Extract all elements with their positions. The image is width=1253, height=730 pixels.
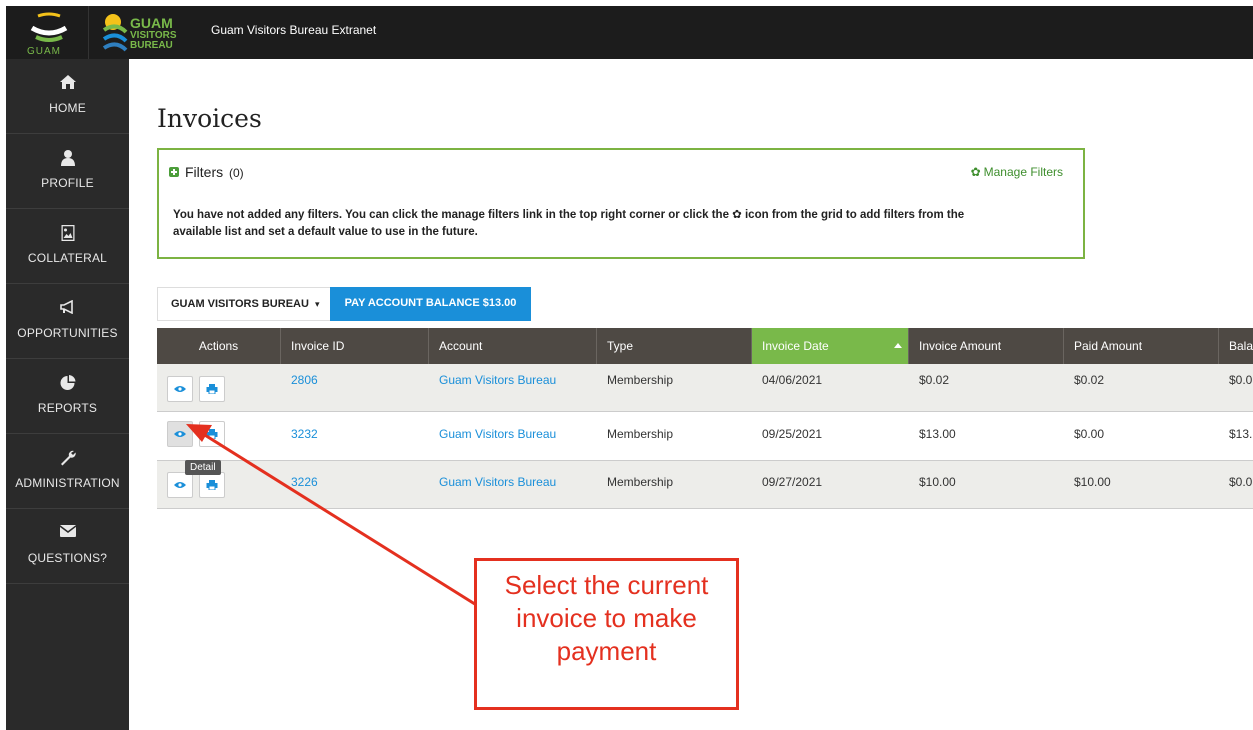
sidebar-item-label: PROFILE [41,176,94,190]
user-icon [60,150,75,166]
pay-account-balance-button[interactable]: PAY ACCOUNT BALANCE $13.00 [330,287,531,321]
paid-amount-cell: $0.00 [1074,427,1105,441]
table-row: 3226 Guam Visitors Bureau Membership 09/… [157,461,1253,509]
sidebar-item-label: ADMINISTRATION [15,476,120,490]
svg-text:GUAM: GUAM [130,15,173,31]
sidebar-item-home[interactable]: HOME [6,59,129,134]
filters-panel: Filters (0) ✿ Manage Filters You have not… [157,148,1085,259]
filters-count: (0) [229,166,244,180]
svg-text:GUAM: GUAM [27,46,61,56]
guam-logo[interactable]: GUAM [24,12,74,56]
account-link[interactable]: Guam Visitors Bureau [439,475,556,489]
account-cell[interactable]: Guam Visitors Bureau [429,356,556,404]
print-icon [206,480,218,490]
view-detail-button[interactable] [167,376,193,402]
invoice-id-cell[interactable]: 3226 [281,458,318,506]
app-title: Guam Visitors Bureau Extranet [211,23,377,37]
invoice-id-link[interactable]: 2806 [291,373,318,387]
table-row: 2806 Guam Visitors Bureau Membership 04/… [157,364,1253,412]
invoice-date-cell: 09/25/2021 [762,427,823,441]
sidebar-item-opportunities[interactable]: OPPORTUNITIES [6,284,129,359]
sidebar-item-reports[interactable]: REPORTS [6,359,129,434]
envelope-icon [59,525,76,537]
sidebar-item-label: QUESTIONS? [27,551,108,565]
account-select[interactable]: GUAM VISITORS BUREAU ▾ [157,287,331,321]
type-cell: Membership [607,427,674,441]
brand-divider [88,6,89,59]
eye-icon [174,482,186,488]
detail-tooltip: Detail [185,460,221,475]
sidebar: HOME PROFILE COLLATERAL OPPORTUNITIES RE… [6,59,129,730]
invoice-id-cell[interactable]: 2806 [281,356,318,404]
invoice-amount-cell: $10.00 [919,475,956,489]
gvb-logo[interactable]: GUAM VISITORS BUREAU [102,12,198,54]
home-icon [59,75,76,89]
filters-toggle[interactable]: Filters (0) [169,164,244,180]
callout-line: Select the current [504,570,709,600]
plus-square-icon [169,167,179,177]
paid-amount-cell: $10.00 [1074,475,1111,489]
sidebar-item-label: OPPORTUNITIES [17,326,118,340]
table-row: 3232 Guam Visitors Bureau Membership 09/… [157,413,1253,461]
eye-icon [174,386,186,392]
manage-filters-label: Manage Filters [983,165,1063,179]
sidebar-item-label: REPORTS [37,401,98,415]
filters-message-line: You have not added any filters. You can … [173,209,965,221]
view-detail-button[interactable] [167,421,193,447]
account-cell[interactable]: Guam Visitors Bureau [429,458,556,506]
callout-line: invoice to make [516,603,697,633]
print-button[interactable] [199,421,225,447]
invoice-amount-cell: $13.00 [919,427,956,441]
page-title: Invoices [157,104,262,133]
print-icon [206,429,218,439]
sidebar-item-label: HOME [49,101,86,115]
sort-ascending-icon [894,343,902,348]
invoice-id-cell[interactable]: 3232 [281,410,318,458]
invoice-date-cell: 04/06/2021 [762,373,823,387]
invoice-id-link[interactable]: 3232 [291,427,318,441]
invoice-id-link[interactable]: 3226 [291,475,318,489]
account-select-label: GUAM VISITORS BUREAU [171,298,309,310]
column-header-actions[interactable]: Actions [157,328,281,364]
filters-message: You have not added any filters. You can … [173,207,1073,241]
type-cell: Membership [607,475,674,489]
sidebar-item-label: COLLATERAL [27,251,108,265]
filters-label: Filters [185,164,224,180]
callout-line: payment [556,636,657,666]
balance-cell: $0.0 [1229,475,1253,489]
image-file-icon [61,225,74,241]
eye-icon [174,431,186,437]
sidebar-item-collateral[interactable]: COLLATERAL [6,209,129,284]
invoice-amount-cell: $0.02 [919,373,950,387]
pie-chart-icon [60,375,75,390]
filters-message-line: available list and set a default value t… [173,226,478,238]
balance-cell: $0.0 [1229,373,1253,387]
manage-filters-link[interactable]: ✿ Manage Filters [971,165,1063,179]
svg-text:BUREAU: BUREAU [130,40,173,51]
invoice-date-cell: 09/27/2021 [762,475,823,489]
balance-cell: $13. [1229,427,1253,441]
view-detail-button[interactable] [167,472,193,498]
wrench-icon [60,450,76,466]
paid-amount-cell: $0.02 [1074,373,1105,387]
print-button[interactable] [199,472,225,498]
print-icon [206,384,218,394]
type-cell: Membership [607,373,674,387]
print-button[interactable] [199,376,225,402]
annotation-callout: Select the current invoice to make payme… [474,558,739,710]
gear-icon: ✿ [970,165,981,179]
sidebar-item-profile[interactable]: PROFILE [6,134,129,209]
megaphone-icon [59,300,73,314]
account-link[interactable]: Guam Visitors Bureau [439,373,556,387]
account-cell[interactable]: Guam Visitors Bureau [429,410,556,458]
top-bar: GUAM GUAM VISITORS BUREAU Guam Visitors … [6,6,1253,59]
sidebar-item-questions[interactable]: QUESTIONS? [6,509,129,584]
caret-down-icon: ▾ [314,299,320,309]
account-link[interactable]: Guam Visitors Bureau [439,427,556,441]
column-header-label: Invoice Date [762,339,829,353]
sidebar-item-administration[interactable]: ADMINISTRATION [6,434,129,509]
